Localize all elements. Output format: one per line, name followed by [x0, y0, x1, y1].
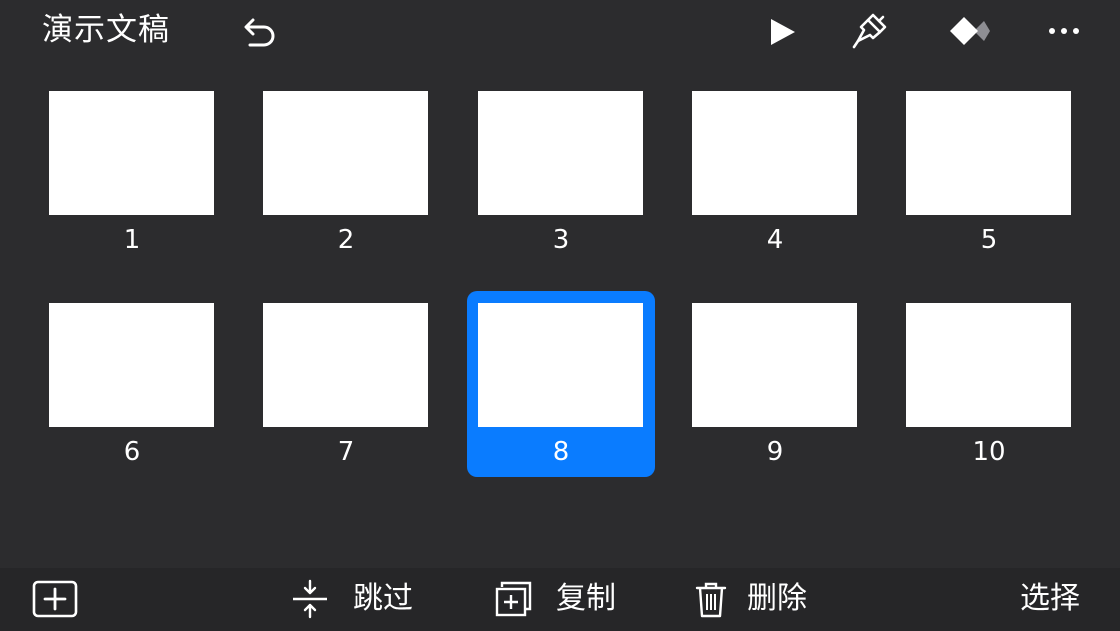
slide-preview: [906, 91, 1071, 215]
copy-label: 复制: [556, 581, 616, 616]
slide-preview: [692, 303, 857, 427]
slide-number: 9: [766, 437, 784, 467]
slide-preview: [478, 303, 643, 427]
slide-thumbnail-9[interactable]: 9: [681, 291, 869, 477]
slide-preview: [478, 91, 643, 215]
slide-number: 4: [766, 225, 784, 255]
format-brush-icon[interactable]: [850, 11, 892, 51]
slide-number: 10: [972, 437, 1006, 467]
slide-preview: [692, 91, 857, 215]
select-button[interactable]: 选择: [1018, 568, 1090, 631]
undo-icon[interactable]: [240, 12, 280, 52]
slide-thumbnail-5[interactable]: 5: [895, 79, 1083, 265]
plus-square-icon: [32, 580, 78, 618]
slide-number: 1: [123, 225, 141, 255]
add-slide-button[interactable]: [32, 568, 80, 631]
more-icon[interactable]: [1046, 16, 1082, 46]
slide-number: 3: [552, 225, 570, 255]
slide-thumbnail-7[interactable]: 7: [252, 291, 440, 477]
slide-thumbnail-2[interactable]: 2: [252, 79, 440, 265]
slide-preview: [49, 91, 214, 215]
bottom-toolbar: 跳过 复制 删除 选择: [0, 568, 1120, 631]
trash-icon: [695, 582, 727, 618]
delete-label: 删除: [747, 581, 807, 616]
slide-number: 7: [337, 437, 355, 467]
document-title[interactable]: 演示文稿: [42, 10, 170, 50]
slide-thumbnail-3[interactable]: 3: [467, 79, 655, 265]
copy-button[interactable]: 复制: [494, 568, 634, 631]
select-label: 选择: [1020, 581, 1080, 616]
slide-number: 6: [123, 437, 141, 467]
skip-button[interactable]: 跳过: [290, 568, 430, 631]
skip-icon: [293, 579, 327, 619]
delete-button[interactable]: 删除: [694, 568, 834, 631]
slide-thumbnail-10[interactable]: 10: [895, 291, 1083, 477]
slide-preview: [49, 303, 214, 427]
slide-number: 5: [980, 225, 998, 255]
slide-thumbnail-1[interactable]: 1: [38, 79, 226, 265]
play-icon[interactable]: [764, 14, 800, 50]
slide-thumbnail-8-selected[interactable]: 8: [467, 291, 655, 477]
slide-preview: [906, 303, 1071, 427]
slide-preview: [263, 91, 428, 215]
skip-label: 跳过: [353, 581, 413, 616]
slide-preview: [263, 303, 428, 427]
top-bar: 演示文稿: [0, 0, 1120, 64]
slide-thumbnail-6[interactable]: 6: [38, 291, 226, 477]
slide-number: 8: [552, 437, 570, 467]
duplicate-icon: [495, 581, 532, 617]
animate-icon[interactable]: [946, 11, 994, 51]
slide-thumbnail-4[interactable]: 4: [681, 79, 869, 265]
slide-number: 2: [337, 225, 355, 255]
